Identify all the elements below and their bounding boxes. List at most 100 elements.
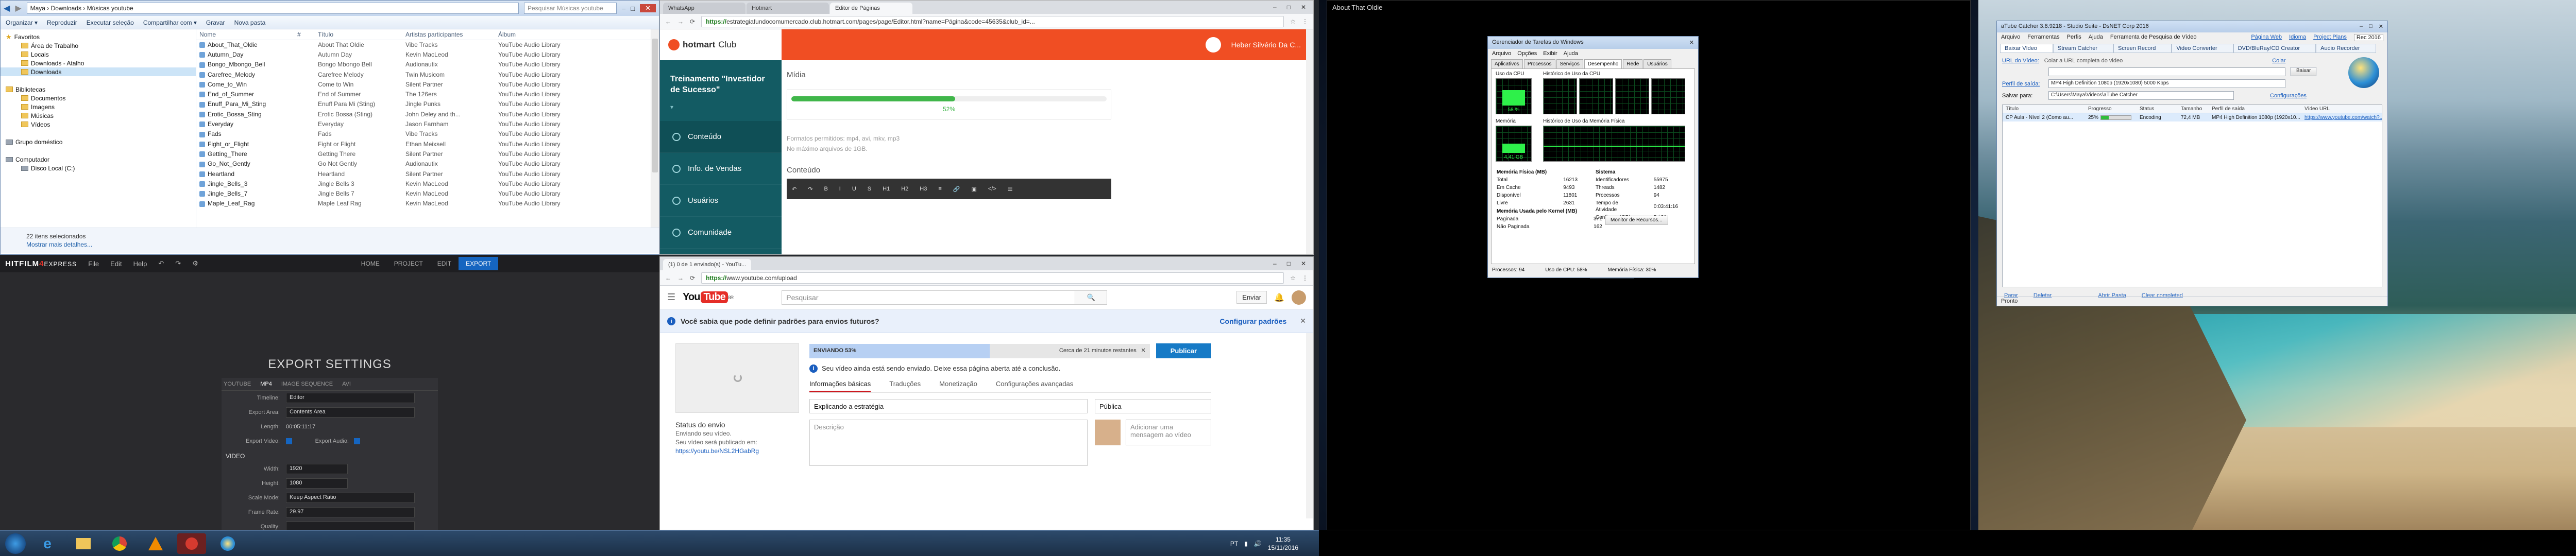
nav-downloads[interactable]: Downloads [1, 67, 196, 76]
nav-local-disk[interactable]: Disco Local (C:) [1, 164, 196, 172]
link-web-page[interactable]: Página Web [2251, 34, 2282, 41]
tab-stream-catcher[interactable]: Stream Catcher [2053, 44, 2114, 53]
forward-icon[interactable]: ▶ [15, 3, 21, 13]
status-video-link[interactable]: https://youtu.be/NSL2HGabRg [675, 447, 799, 456]
toolbar-burn[interactable]: Gravar [206, 19, 225, 26]
file-row[interactable]: Fight_or_Flight Fight or Flight Ethan Meix… [196, 139, 659, 149]
download-button[interactable]: Baixar [2291, 67, 2317, 76]
nav-downloads-shortcut[interactable]: Downloads - Atalho [1, 59, 196, 67]
tab-audio-recorder[interactable]: Audio Recorder [2316, 44, 2376, 53]
link-project-plans[interactable]: Project Plans [2313, 34, 2347, 41]
youtube-logo[interactable]: You Tube BR [683, 291, 734, 303]
minimize-icon[interactable]: – [1273, 260, 1277, 267]
col-size[interactable]: Tamanho [2178, 106, 2209, 112]
rec-badge[interactable]: Rec 2016 [2353, 34, 2383, 41]
file-row[interactable]: Heartland Heartland Silent Partner YouTube … [196, 169, 659, 179]
tab-services[interactable]: Serviços [1556, 59, 1583, 68]
vertical-scrollbar[interactable] [1306, 29, 1313, 254]
undo-icon[interactable]: ↶ [792, 186, 796, 193]
nav-videos[interactable]: Vídeos [1, 120, 196, 129]
close-icon[interactable]: ✕ [1301, 4, 1306, 11]
bookmark-star-icon[interactable]: ☆ [1290, 274, 1296, 282]
toolbar-new-folder[interactable]: Nova pasta [234, 19, 266, 26]
column-header[interactable]: Nome [196, 29, 294, 40]
close-icon[interactable]: ✕ [1301, 260, 1306, 267]
width-input[interactable]: 1920 [286, 464, 348, 474]
avatar[interactable] [1205, 37, 1221, 53]
close-icon[interactable]: ✕ [1689, 39, 1694, 46]
explorer-search-input[interactable]: Pesquisar Músicas youtube [524, 3, 617, 14]
sidebar-item-community[interactable]: Comunidade [660, 217, 782, 249]
tab-processes[interactable]: Processos [1523, 59, 1555, 68]
menu-edit[interactable]: Edit [110, 260, 122, 268]
code-icon[interactable]: </> [988, 186, 996, 192]
sidebar-item-sales-info[interactable]: Info. de Vendas [660, 153, 782, 185]
save-path-input[interactable]: C:\Users\Maya\Videos\aTube Catcher [2048, 91, 2234, 100]
strike-icon[interactable]: S [868, 186, 871, 192]
tab-network[interactable]: Rede [1623, 59, 1643, 68]
tab-basic-info[interactable]: Informações básicas [809, 380, 871, 392]
settings-link[interactable]: Configurações [2270, 93, 2307, 99]
bookmark-star-icon[interactable]: ☆ [1290, 18, 1296, 25]
redo-icon[interactable]: ↷ [175, 259, 181, 268]
col-title[interactable]: Título [2003, 106, 2085, 112]
tab-screen-record[interactable]: Screen Record [2113, 44, 2172, 53]
subtab-avi[interactable]: AVI [342, 381, 351, 387]
tab-hotmart[interactable]: Hotmart [747, 3, 829, 14]
scale-mode-select[interactable]: Keep Aspect Ratio [286, 493, 415, 503]
maximize-icon[interactable]: □ [2369, 23, 2372, 30]
message-input[interactable]: Adicionar uma mensagem ao vídeo [1126, 420, 1211, 445]
user-name[interactable]: Heber Silvério Da C... [1231, 41, 1301, 49]
file-row[interactable]: Come_to_Win Come to Win Silent Partner YouT… [196, 79, 659, 89]
menu-tools[interactable]: Ferramentas [2027, 34, 2059, 41]
tab-page-editor[interactable]: Editor de Páginas [830, 3, 912, 14]
upload-button[interactable]: Enviar [1236, 291, 1267, 304]
search-icon[interactable]: 🔍 [1075, 290, 1108, 305]
avatar[interactable] [1292, 290, 1306, 305]
tray-network-icon[interactable]: ▮ [1244, 540, 1248, 547]
file-row[interactable]: End_of_Summer End of Summer The 126ers YouT… [196, 89, 659, 99]
file-row[interactable]: Jingle_Bells_3 Jingle Bells 3 Kevin MacLeo… [196, 179, 659, 188]
back-icon[interactable]: ◀ [4, 3, 10, 13]
link-icon[interactable]: 🔗 [953, 186, 960, 193]
menu-view[interactable]: Exibir [1543, 50, 1557, 57]
notifications-bell-icon[interactable]: 🔔 [1274, 292, 1284, 303]
nav-documents[interactable]: Documentos [1, 94, 196, 102]
download-row[interactable]: CP Aula - Nível 2 (Como au... 25% Encodi… [2003, 113, 2382, 121]
profile-select[interactable]: MP4 High Definition 1080p (1920x1080) 50… [2048, 79, 2285, 88]
nav-libraries[interactable]: Bibliotecas [1, 85, 196, 94]
maximize-icon[interactable]: □ [1287, 4, 1291, 11]
back-icon[interactable]: ← [665, 274, 671, 282]
sidebar-item-users[interactable]: Usuários [660, 185, 782, 217]
list-icon[interactable]: ≡ [938, 186, 941, 192]
col-url[interactable]: Vídeo URL [2301, 106, 2382, 112]
guide-menu-icon[interactable]: ☰ [667, 292, 675, 303]
forward-icon[interactable]: → [677, 274, 684, 282]
taskbar-chrome-icon[interactable] [105, 533, 134, 554]
close-icon[interactable]: ✕ [2379, 23, 2383, 30]
h3-icon[interactable]: H3 [920, 186, 927, 192]
nav-music[interactable]: Músicas [1, 111, 196, 120]
url-input[interactable] [2048, 67, 2285, 76]
taskbar-ie-icon[interactable]: e [33, 533, 62, 554]
explorer-address-bar[interactable]: Maya › Downloads › Músicas youtube [26, 3, 519, 14]
minimize-icon[interactable]: – [2360, 23, 2363, 30]
timeline-select[interactable]: Editor [286, 393, 415, 403]
tab-home[interactable]: HOME [354, 257, 387, 270]
menu-video-search[interactable]: Ferramenta de Pesquisa de Vídeo [2110, 34, 2197, 41]
close-icon[interactable]: ✕ [640, 4, 656, 12]
subtab-mp4[interactable]: MP4 [260, 381, 272, 387]
file-row[interactable]: Jingle_Bells_7 Jingle Bells 7 Kevin MacLeo… [196, 188, 659, 198]
paste-link[interactable]: Colar [2272, 58, 2285, 64]
toolbar-play[interactable]: Reproduzir [47, 19, 77, 26]
file-row[interactable]: Everyday Everyday Jason Farnham YouTube Aud… [196, 119, 659, 129]
tab-download-video[interactable]: Baixar Vídeo [2000, 44, 2053, 53]
publish-button[interactable]: Publicar [1156, 343, 1211, 358]
file-row[interactable]: About_That_Oldie About That Oldie Vibe Tra… [196, 40, 659, 49]
description-textarea[interactable]: Descrição [809, 420, 1088, 466]
sidebar-item-content[interactable]: Conteúdo [660, 121, 782, 153]
taskbar-hitfilm-icon[interactable] [177, 533, 206, 554]
col-progress[interactable]: Progresso [2085, 106, 2137, 112]
file-row[interactable]: Enuff_Para_Mi_Sting Enuff Para Mi (Sting)… [196, 99, 659, 109]
settings-icon[interactable]: ⚙ [192, 259, 198, 268]
